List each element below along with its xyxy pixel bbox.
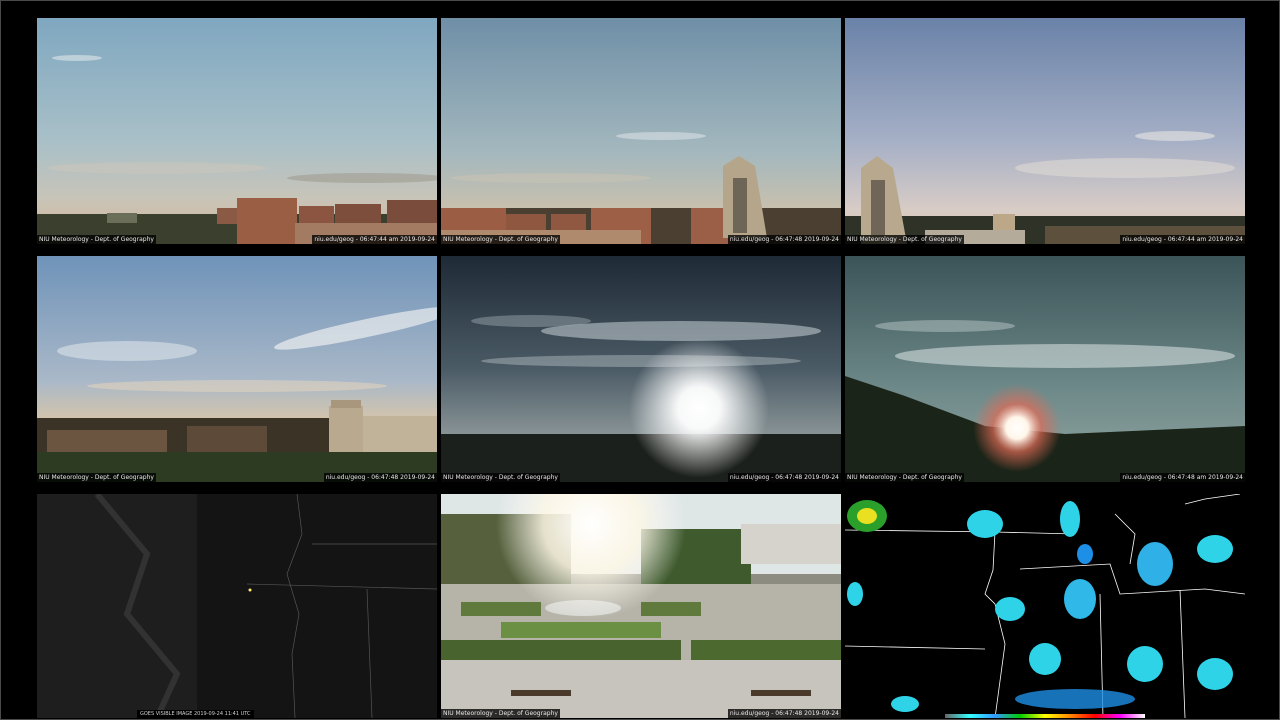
webcam-caption: NIU Meteorology - Dept. of Geography — [37, 235, 156, 244]
webcam-timestamp: niu.edu/geog - 06:47:48 2019-09-24 — [323, 473, 437, 482]
webcam-caption: NIU Meteorology - Dept. of Geography — [845, 473, 964, 482]
webcam-timestamp: niu.edu/geog - 06:47:48 am 2019-09-24 — [1120, 473, 1245, 482]
webcam-timestamp: niu.edu/geog - 06:47:44 am 2019-09-24 — [312, 235, 437, 244]
webcam-tile-northeast[interactable]: NIU Meteorology - Dept. of Geography niu… — [845, 256, 1245, 482]
webcam-tile-southwest[interactable]: NIU Meteorology - Dept. of Geography niu… — [441, 18, 841, 244]
satellite-caption: GOES VISIBLE IMAGE 2019-09-24 11:41 UTC — [137, 710, 254, 718]
radar-tile[interactable] — [845, 494, 1245, 718]
webcam-image-southeast — [37, 256, 437, 482]
webcam-image-east — [441, 256, 841, 482]
webcam-tile-plaza[interactable]: NIU Meteorology - Dept. of Geography niu… — [441, 494, 841, 718]
webcam-image-south — [845, 18, 1245, 244]
radar-image — [845, 494, 1245, 718]
radar-legend-bar — [945, 714, 1145, 718]
webcam-caption: NIU Meteorology - Dept. of Geography — [441, 473, 560, 482]
webcam-image-plaza — [441, 494, 841, 718]
webcam-timestamp: niu.edu/geog - 06:47:48 2019-09-24 — [727, 473, 841, 482]
webcam-image-west — [37, 18, 437, 244]
webcam-image-southwest — [441, 18, 841, 244]
webcam-timestamp: niu.edu/geog - 06:47:44 am 2019-09-24 — [1120, 235, 1245, 244]
webcam-timestamp: niu.edu/geog - 06:47:48 2019-09-24 — [727, 709, 841, 718]
webcam-tile-south[interactable]: NIU Meteorology - Dept. of Geography niu… — [845, 18, 1245, 244]
webcam-timestamp: niu.edu/geog - 06:47:48 2019-09-24 — [727, 235, 841, 244]
webcam-caption: NIU Meteorology - Dept. of Geography — [845, 235, 964, 244]
satellite-tile[interactable]: GOES VISIBLE IMAGE 2019-09-24 11:41 UTC — [37, 494, 437, 718]
webcam-tile-southeast[interactable]: NIU Meteorology - Dept. of Geography niu… — [37, 256, 437, 482]
webcam-caption: NIU Meteorology - Dept. of Geography — [441, 709, 560, 718]
webcam-image-northeast — [845, 256, 1245, 482]
page-frame: NIU Meteorology - Dept. of Geography niu… — [0, 0, 1280, 720]
satellite-image — [37, 494, 437, 718]
webcam-caption: NIU Meteorology - Dept. of Geography — [37, 473, 156, 482]
webcam-tile-west[interactable]: NIU Meteorology - Dept. of Geography niu… — [37, 18, 437, 244]
webcam-caption: NIU Meteorology - Dept. of Geography — [441, 235, 560, 244]
webcam-tile-east[interactable]: NIU Meteorology - Dept. of Geography niu… — [441, 256, 841, 482]
